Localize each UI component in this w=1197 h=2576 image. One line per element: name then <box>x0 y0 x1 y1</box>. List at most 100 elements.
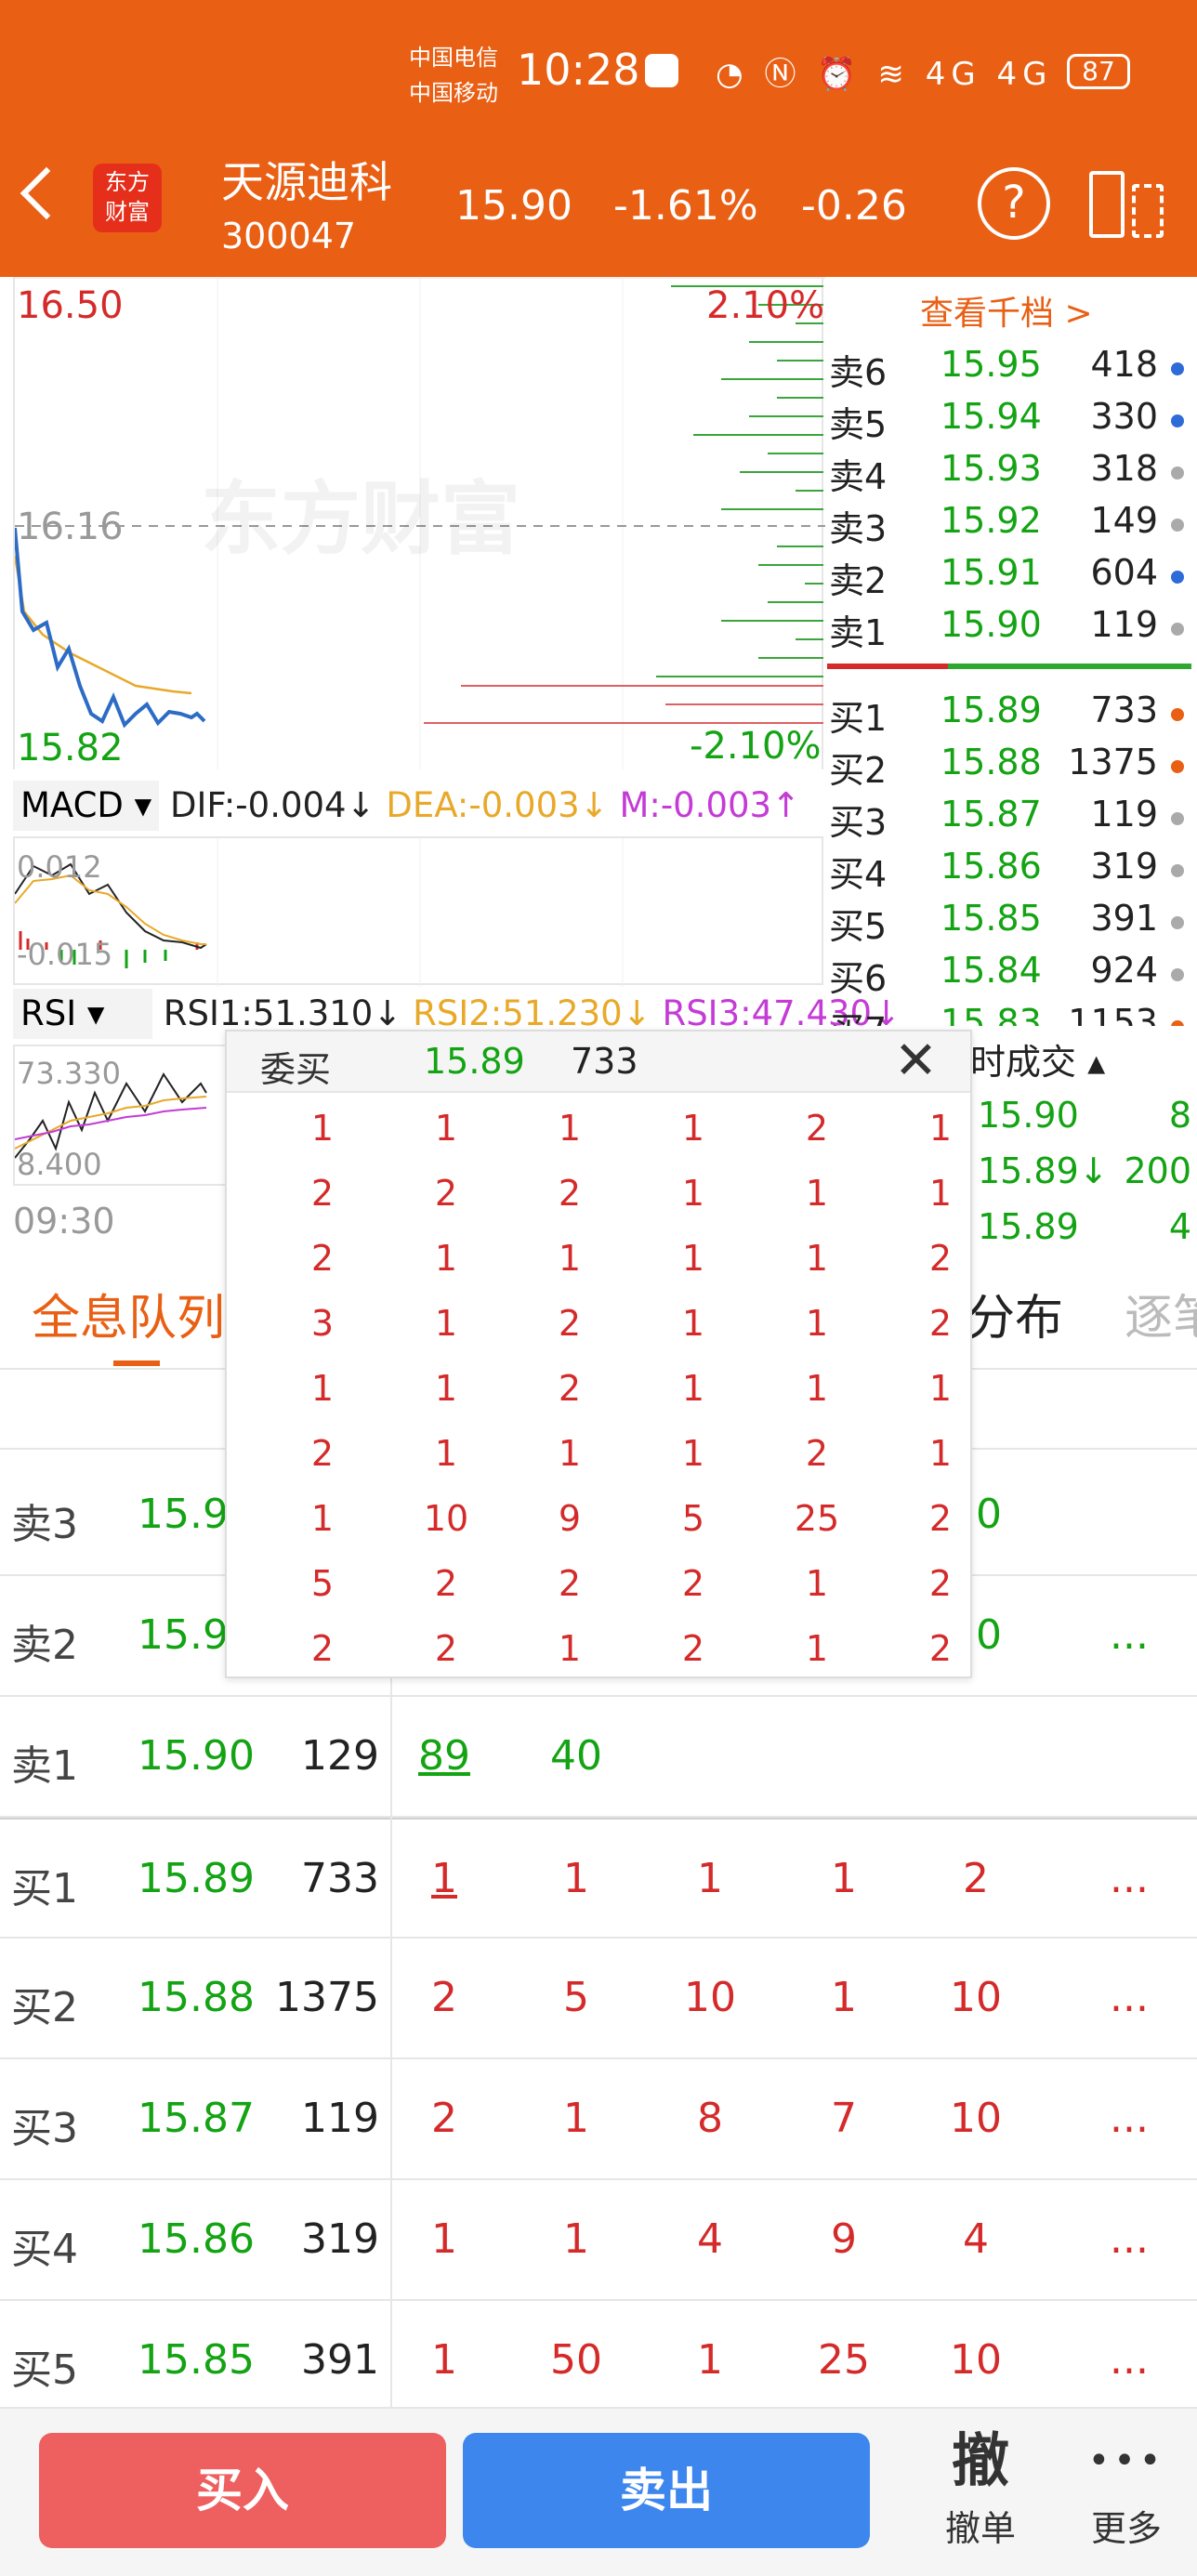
queue-order[interactable]: 1 <box>682 2336 738 2384</box>
queue-order[interactable]: 1 <box>416 1855 472 1902</box>
queue-order[interactable]: 50 <box>548 2336 604 2384</box>
more-button[interactable]: ••• 更多 <box>1069 2422 1184 2561</box>
queue-order[interactable]: 1 <box>548 2215 604 2263</box>
level-row[interactable]: 买3 15.87 119 <box>827 788 1197 843</box>
popup-order-cell: 2 <box>310 1173 335 1214</box>
queue-order[interactable]: 40 <box>548 1732 604 1780</box>
popup-order-cell: 1 <box>805 1303 829 1344</box>
queue-order[interactable]: 89 <box>416 1732 472 1780</box>
popup-order-cell: 1 <box>558 1238 582 1279</box>
queue-volume: 129 <box>301 1732 379 1780</box>
trade-volume: 200 <box>1124 1150 1191 1191</box>
queue-col-divider <box>390 1678 392 2407</box>
queue-order[interactable]: 4 <box>948 2215 1004 2263</box>
queue-row[interactable]: 买2 15.88 1375 2 5 10 1 10... <box>0 1939 1197 2059</box>
queue-order[interactable]: 10 <box>948 2336 1004 2384</box>
rsi-tick-top: 73.330 <box>17 1056 121 1091</box>
queue-order[interactable]: 1 <box>816 1974 872 2021</box>
queue-more-icon[interactable]: ... <box>1110 2215 1149 2263</box>
queue-row[interactable]: 买3 15.87 119 2 1 8 7 10... <box>0 2059 1197 2180</box>
level-price: 15.83 <box>940 1002 1042 1026</box>
queue-order[interactable]: 25 <box>816 2336 872 2384</box>
popup-order-cell: 2 <box>805 1108 829 1149</box>
queue-order[interactable]: 10 <box>948 2095 1004 2142</box>
more-label: 更多 <box>1090 2508 1162 2549</box>
level-dot-icon <box>1171 864 1184 877</box>
close-icon[interactable]: ✕ <box>894 1033 938 1089</box>
queue-row[interactable]: 买1 15.89 733 1 1 1 1 2... <box>0 1818 1197 1939</box>
popup-order-cell: 1 <box>805 1563 829 1604</box>
popup-order-cell: 1 <box>928 1433 953 1474</box>
popup-order-cell: 2 <box>928 1563 953 1604</box>
queue-more-icon[interactable]: ... <box>1110 1974 1149 2021</box>
trades-title[interactable]: 时成交 ▴ <box>970 1033 1105 1084</box>
queue-order[interactable]: 9 <box>816 2215 872 2263</box>
queue-level-label: 买2 <box>11 1984 78 2031</box>
level-volume: 119 <box>1090 794 1158 835</box>
trade-row: 15.89↓ 200 <box>978 1147 1197 1199</box>
bid-queue-popup: 委买 15.89 733 ✕ 1 1 1 1 2 1 2 2 2 1 1 1 2 1 1 1 1 2 3 1 2 1 1 2 1… <box>225 1030 972 1678</box>
queue-order[interactable]: 1 <box>816 1855 872 1902</box>
popup-order-cell: 1 <box>681 1173 705 1214</box>
popup-title: 委买 <box>260 1049 332 1090</box>
tab-tick-detail[interactable]: 逐笔 <box>1125 1279 1197 1348</box>
queue-order[interactable]: 10 <box>948 1974 1004 2021</box>
popup-order-cell: 1 <box>558 1108 582 1149</box>
queue-price: 15.86 <box>138 2215 255 2263</box>
queue-order[interactable]: 1 <box>682 1855 738 1902</box>
level-row[interactable]: 买1 15.89 733 <box>827 684 1197 739</box>
buy-button[interactable]: 买入 <box>39 2433 446 2548</box>
level-row[interactable]: 买5 15.85 391 <box>827 892 1197 947</box>
level-dot-icon <box>1171 708 1184 721</box>
level-volume: 924 <box>1090 950 1158 991</box>
level-price: 15.89 <box>940 690 1042 730</box>
popup-order-cell: 1 <box>681 1303 705 1344</box>
popup-order-cell: 2 <box>434 1173 458 1214</box>
queue-order[interactable]: 1 <box>416 2336 472 2384</box>
queue-price: 15.9 <box>138 1491 229 1538</box>
popup-order-cell: 1 <box>434 1303 458 1344</box>
queue-level-label: 买5 <box>11 2346 78 2394</box>
queue-order[interactable]: 7 <box>816 2095 872 2142</box>
queue-order[interactable]: 1 <box>548 2095 604 2142</box>
level-row[interactable]: 买7 15.83 1153 <box>827 996 1197 1026</box>
queue-order[interactable]: 1 <box>548 1855 604 1902</box>
level-row[interactable]: 买4 15.86 319 <box>827 840 1197 895</box>
level-row[interactable]: 买2 15.88 1375 <box>827 736 1197 791</box>
popup-order-cell: 2 <box>681 1563 705 1604</box>
popup-order-cell: 1 <box>681 1238 705 1279</box>
popup-order-cell: 9 <box>558 1498 582 1539</box>
level-row[interactable]: 买6 15.84 924 <box>827 944 1197 999</box>
queue-order[interactable]: 2 <box>948 1855 1004 1902</box>
popup-order-cell: 2 <box>928 1498 953 1539</box>
queue-more-icon[interactable]: ... <box>1110 1855 1149 1902</box>
tab-queue[interactable]: 全息队列 <box>32 1279 225 1348</box>
queue-more-icon[interactable]: ... <box>1110 1611 1149 1659</box>
sell-button[interactable]: 卖出 <box>463 2433 870 2548</box>
queue-level-label: 卖2 <box>11 1622 78 1669</box>
cancel-order-button[interactable]: 撤 撤单 <box>920 2422 1041 2561</box>
queue-level-label: 卖3 <box>11 1501 78 1548</box>
popup-order-cell: 2 <box>434 1563 458 1604</box>
level-label: 买6 <box>829 958 888 999</box>
queue-order[interactable]: 2 <box>416 1974 472 2021</box>
level-price: 15.84 <box>940 950 1042 991</box>
popup-order-cell: 5 <box>681 1498 705 1539</box>
level-dot-icon <box>1171 760 1184 773</box>
queue-row[interactable]: 买4 15.86 319 1 1 4 9 4... <box>0 2180 1197 2301</box>
popup-order-cell: 2 <box>558 1173 582 1214</box>
queue-order[interactable]: 10 <box>682 1974 738 2021</box>
queue-more-icon[interactable]: ... <box>1110 2336 1149 2384</box>
level-label: 买1 <box>829 698 888 739</box>
queue-order[interactable]: 1 <box>416 2215 472 2263</box>
queue-order[interactable]: 4 <box>682 2215 738 2263</box>
queue-order[interactable]: 5 <box>548 1974 604 2021</box>
queue-order[interactable]: 8 <box>682 2095 738 2142</box>
popup-order-cell: 1 <box>805 1368 829 1409</box>
popup-order-cell: 5 <box>310 1563 335 1604</box>
level-volume: 733 <box>1090 690 1158 730</box>
queue-order[interactable]: 2 <box>416 2095 472 2142</box>
queue-row[interactable]: 卖1 15.90 129 89 40 <box>0 1697 1197 1818</box>
queue-row[interactable]: 买5 15.85 391 1 50 1 25 10... <box>0 2301 1197 2422</box>
queue-more-icon[interactable]: ... <box>1110 2095 1149 2142</box>
